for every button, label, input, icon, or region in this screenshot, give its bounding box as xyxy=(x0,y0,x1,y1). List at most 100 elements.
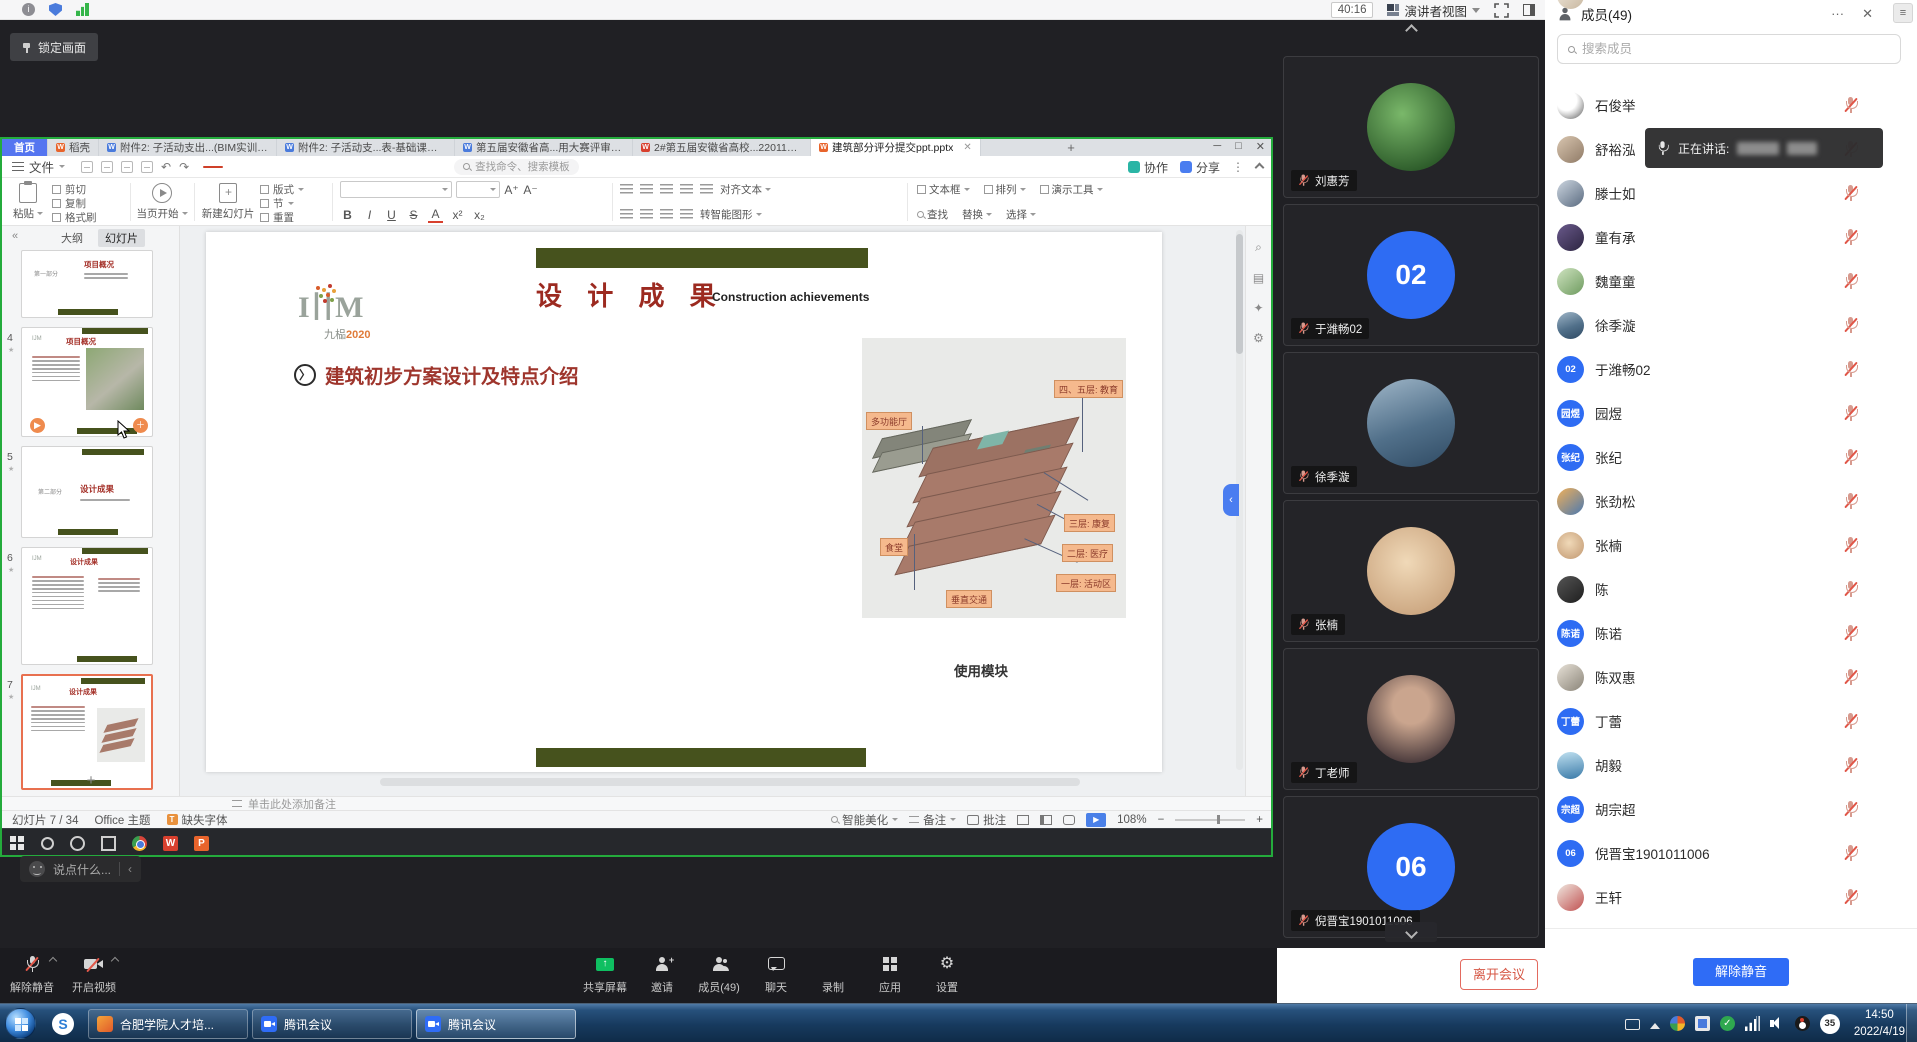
align-text-button[interactable]: 对齐文本 xyxy=(720,182,771,197)
zoom-slider-thumb[interactable] xyxy=(1217,815,1220,824)
align-center-icon[interactable] xyxy=(640,209,653,220)
member-row[interactable]: 胡毅 xyxy=(1545,743,1917,787)
bold-button[interactable]: B xyxy=(340,208,355,222)
strikethrough-button[interactable]: S xyxy=(406,208,421,222)
emoji-icon[interactable] xyxy=(29,861,45,877)
member-row[interactable]: 张楠 xyxy=(1545,523,1917,567)
member-row[interactable]: 陈 xyxy=(1545,567,1917,611)
normal-view-icon[interactable] xyxy=(1017,815,1029,825)
chat-quick-bubble[interactable]: 说点什么... ‹ xyxy=(20,856,141,882)
leave-meeting-button[interactable]: 离开会议 xyxy=(1460,959,1538,990)
underline-button[interactable]: U xyxy=(384,208,399,222)
notes-toggle[interactable]: 备注 xyxy=(909,812,956,828)
tab-slides[interactable]: 幻灯片 xyxy=(98,229,145,247)
network-tray-icon[interactable] xyxy=(1745,1016,1760,1031)
mic-muted-icon[interactable] xyxy=(1843,361,1858,378)
close-tab-icon[interactable]: ✕ xyxy=(963,142,971,153)
horizontal-scrollbar[interactable] xyxy=(380,778,1080,786)
document-tab[interactable]: W 附件2: 子活动支出...(BIM实训平台) xyxy=(99,139,277,156)
chevron-up-icon[interactable] xyxy=(111,957,119,965)
document-tab[interactable]: W 附件2: 子活动支...表-基础课测量学 xyxy=(277,139,455,156)
member-row[interactable]: 06 倪晋宝1901011006 xyxy=(1545,831,1917,875)
toolbar-item[interactable]: ⚙ 设置 xyxy=(920,952,974,995)
reset-button[interactable]: 重置 xyxy=(260,211,304,224)
format-painter-button[interactable]: 格式刷 xyxy=(52,211,97,224)
taskbar-app-button[interactable]: 腾讯会议 xyxy=(252,1009,412,1039)
security-tray-icon[interactable]: ✓ xyxy=(1720,1016,1735,1031)
toolbar-item[interactable]: 录制 xyxy=(806,952,860,995)
start-button[interactable] xyxy=(5,1008,36,1039)
tab-outline[interactable]: 大纲 xyxy=(54,229,90,247)
lock-view-button[interactable]: 锁定画面 xyxy=(10,33,98,61)
collapse-panel-icon[interactable]: « xyxy=(12,230,18,242)
add-slide-row[interactable]: + xyxy=(2,772,180,789)
layout-panel-icon[interactable] xyxy=(1523,4,1535,16)
increase-font-button[interactable]: A⁺ xyxy=(504,183,519,197)
document-tab[interactable]: W 稻壳 xyxy=(48,139,99,156)
zoom-out-button[interactable]: − xyxy=(1158,814,1165,826)
chevron-up-icon[interactable] xyxy=(49,957,57,965)
decrease-font-button[interactable]: A⁻ xyxy=(523,183,538,197)
member-search-input[interactable] xyxy=(1582,42,1862,56)
member-row[interactable]: 徐季漩 xyxy=(1545,303,1917,347)
slide-thumbnail-5[interactable]: 第二部分 设计成果 xyxy=(21,446,153,538)
meeting-info-icon[interactable]: i xyxy=(22,3,35,16)
mic-muted-icon[interactable] xyxy=(1843,845,1858,862)
qq-tray-icon[interactable] xyxy=(1795,1016,1810,1031)
select-button[interactable]: 选择 xyxy=(1006,207,1036,222)
settings-icon[interactable]: ⚙ xyxy=(1253,331,1264,345)
textbox-button[interactable]: 文本框 xyxy=(917,182,970,197)
justify-icon[interactable] xyxy=(680,209,693,220)
add-slide-button[interactable]: ＋ xyxy=(133,418,148,433)
slide-thumbnail-6[interactable]: IJM 设计成果 xyxy=(21,547,153,665)
find-tool-icon[interactable]: ⌕ xyxy=(1255,240,1262,255)
more-options-icon[interactable]: ··· xyxy=(1831,6,1844,22)
video-tile[interactable]: 刘惠芳 xyxy=(1283,56,1539,198)
font-color-button[interactable]: A xyxy=(428,207,443,223)
paste-button[interactable]: 粘贴 xyxy=(8,181,48,223)
theme-label[interactable]: Office 主题 xyxy=(94,812,150,828)
video-tile[interactable]: 02 于潍畅02 xyxy=(1283,204,1539,346)
member-row[interactable]: 童有承 xyxy=(1545,215,1917,259)
beautify-button[interactable]: 智能美化 xyxy=(831,812,898,828)
panel-handle-icon[interactable]: ≡ xyxy=(1893,3,1913,23)
file-menu-button[interactable]: 文件 xyxy=(12,157,65,176)
undo-icon[interactable]: ↶ xyxy=(161,160,171,174)
collapse-sidebar-arrow[interactable]: ‹ xyxy=(1223,484,1239,516)
new-tab-button[interactable]: + xyxy=(1060,139,1082,156)
unmute-footer-button[interactable]: 解除静音 xyxy=(1693,958,1789,986)
chat-placeholder[interactable]: 说点什么... xyxy=(53,861,111,878)
mic-muted-icon[interactable] xyxy=(1843,581,1858,598)
mic-muted-icon[interactable] xyxy=(1843,97,1858,114)
toolbar-item[interactable]: + 邀请 xyxy=(635,952,689,995)
mic-muted-icon[interactable] xyxy=(1843,713,1858,730)
member-row[interactable]: 张纪 张纪 xyxy=(1545,435,1917,479)
present-tools-button[interactable]: 演示工具 xyxy=(1040,182,1103,197)
command-search[interactable]: 查找命令、搜索模板 xyxy=(454,159,579,175)
document-tab[interactable]: W 首页 xyxy=(2,139,48,156)
member-row[interactable]: 丁蕾 丁蕾 xyxy=(1545,699,1917,743)
cut-button[interactable]: 剪切 xyxy=(52,183,97,196)
print-icon[interactable] xyxy=(121,161,133,173)
collapse-chat-icon[interactable]: ‹ xyxy=(128,862,132,876)
mic-muted-icon[interactable] xyxy=(1843,317,1858,334)
superscript-button[interactable]: x² xyxy=(450,208,465,222)
fullscreen-icon[interactable] xyxy=(1494,3,1509,18)
slide-thumbnail-3[interactable]: 第一部分 项目概况 xyxy=(21,250,153,318)
mic-muted-icon[interactable] xyxy=(1843,449,1858,466)
close-icon[interactable]: ✕ xyxy=(1256,140,1265,153)
preview-icon[interactable] xyxy=(141,161,153,173)
document-tab[interactable]: W 第五届安徽省高...用大赛评审细则 xyxy=(455,139,633,156)
toolbar-item[interactable]: 聊天 xyxy=(749,952,803,995)
app-tray-icon[interactable] xyxy=(1670,1016,1685,1031)
video-tile[interactable]: 06 倪晋宝1901011006 xyxy=(1283,796,1539,938)
bullet-list-icon[interactable] xyxy=(620,184,633,195)
minimize-icon[interactable]: ─ xyxy=(1213,140,1221,153)
toolbar-item[interactable]: 成员(49) xyxy=(692,952,746,995)
notes-bar[interactable]: 单击此处添加备注 xyxy=(2,796,1271,810)
network-signal-icon[interactable] xyxy=(76,3,89,16)
missing-font-warning[interactable]: T 缺失字体 xyxy=(167,812,228,828)
show-desktop-button[interactable] xyxy=(1906,1004,1917,1042)
mic-muted-icon[interactable] xyxy=(1843,537,1858,554)
font-size-select[interactable] xyxy=(456,181,500,198)
